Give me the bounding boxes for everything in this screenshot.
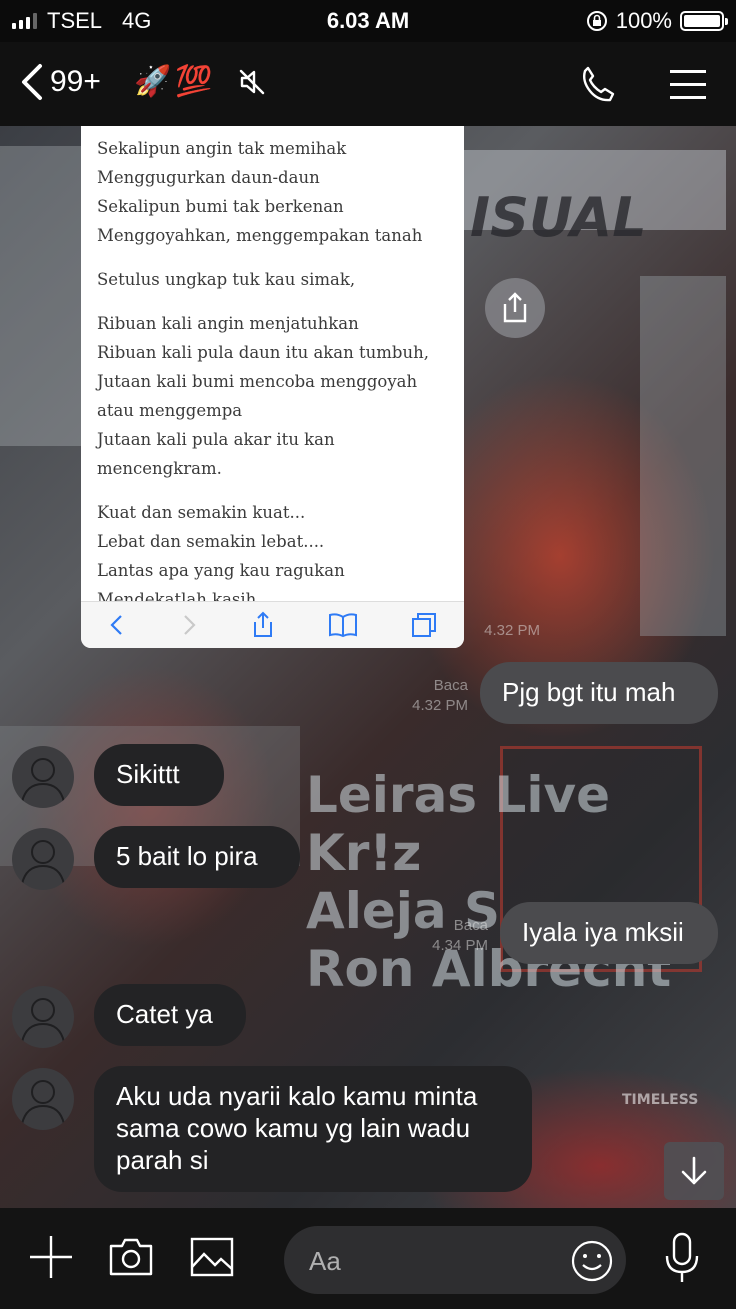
battery-percent: 100% [615,8,672,33]
emoji-icon[interactable] [570,1239,614,1283]
incoming-message[interactable]: Aku uda nyarii kalo kamu minta sama cowo… [94,1066,532,1192]
incoming-message[interactable]: Sikittt [94,744,224,806]
image-icon[interactable] [189,1234,235,1280]
battery-icon [680,11,728,31]
outgoing-message[interactable]: Iyala iya mksii [500,902,718,964]
default-avatar-icon [21,758,65,803]
share-icon [503,292,527,323]
message-composer: Aa [0,1208,736,1309]
incoming-message[interactable]: Catet ya [94,984,246,1046]
default-avatar-icon [21,840,65,885]
status-bar: TSEL 4G 6.03 AM 100% [0,0,736,42]
poem-stanza-3: Ribuan kali angin menjatuhkan Ribuan kal… [97,314,429,478]
avatar[interactable] [12,1068,74,1130]
plus-icon[interactable] [28,1234,74,1280]
phone-icon[interactable] [578,64,618,104]
unread-count: 99+ [50,65,101,98]
background-timeless-text: TIMELESS [622,1092,699,1108]
background-visual-text: ISUAL [470,186,647,249]
shared-poem-screenshot[interactable]: Sekalipun angin tak memihak Menggugurkan… [81,126,464,648]
mute-icon [239,69,265,95]
chat-header: 99+ 🚀💯 [0,42,736,126]
avatar[interactable] [12,828,74,890]
background-panel [0,146,90,446]
message-read-status: Baca 4.32 PM [412,677,468,714]
message-input[interactable]: Aa [284,1226,626,1294]
chat-name-emojis: 🚀💯 [134,65,217,98]
poem-stanza-4: Kuat dan semakin kuat... Lebat dan semak… [97,503,345,609]
menu-icon[interactable] [670,70,706,109]
poem-stanza-1: Sekalipun angin tak memihak Menggugurkan… [97,139,423,245]
default-avatar-icon [21,998,65,1043]
earlier-message-time: 4.32 PM [484,622,540,639]
arrow-down-icon [681,1156,707,1185]
avatar[interactable] [12,986,74,1048]
browser-bookmarks-icon [328,613,357,638]
status-right: 100% [586,8,728,34]
outgoing-message[interactable]: Pjg bgt itu mah [480,662,718,724]
back-button[interactable]: 99+ [18,62,101,102]
browser-share-icon [254,611,273,637]
camera-icon[interactable] [108,1234,154,1280]
message-read-status: Baca 4.34 PM [432,917,488,954]
browser-tabs-icon [411,613,436,637]
browser-toolbar [81,601,464,648]
back-chevron-icon [22,64,42,100]
incoming-message[interactable]: 5 bait lo pira [94,826,300,888]
rotation-lock-icon [586,11,607,31]
avatar[interactable] [12,746,74,808]
background-panel [640,276,726,636]
share-button[interactable] [485,278,545,338]
scroll-to-bottom-button[interactable] [664,1142,724,1200]
microphone-icon[interactable] [662,1232,702,1284]
poem-stanza-2: Setulus ungkap tuk kau simak, [97,270,356,289]
browser-back-icon [110,615,122,635]
browser-forward-icon [184,615,196,635]
default-avatar-icon [21,1080,65,1125]
